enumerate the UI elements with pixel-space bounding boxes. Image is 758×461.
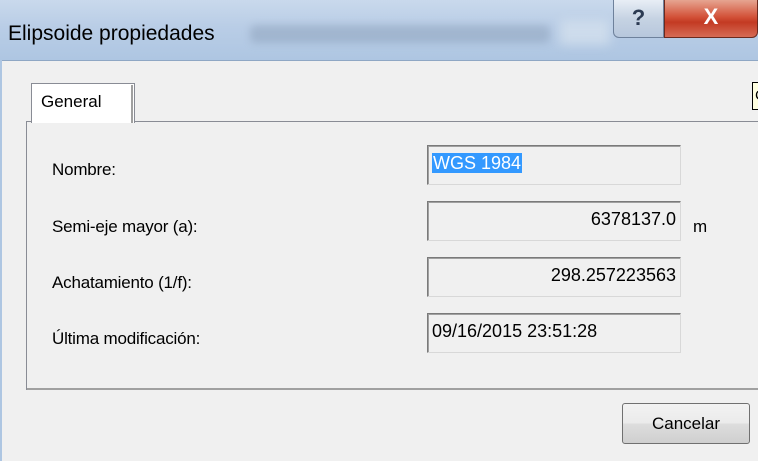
- close-icon: X: [703, 4, 719, 29]
- semi-eje-field[interactable]: 6378137.0: [427, 201, 681, 241]
- achatamiento-value: 298.257223563: [550, 265, 676, 285]
- achatamiento-label: Achatamiento (1/f):: [52, 273, 192, 292]
- achatamiento-field[interactable]: 298.257223563: [427, 257, 681, 297]
- tooltip-fragment: C: [752, 82, 758, 110]
- close-button[interactable]: X: [664, 0, 758, 38]
- nombre-field[interactable]: WGS 1984: [427, 145, 681, 185]
- blurred-background: [560, 20, 610, 45]
- title-bar[interactable]: Elipsoide propiedades ? X: [0, 0, 758, 61]
- help-button[interactable]: ?: [613, 0, 664, 38]
- help-icon: ?: [631, 5, 646, 30]
- nombre-value: WGS 1984: [432, 153, 523, 173]
- ultima-modificacion-field[interactable]: 09/16/2015 23:51:28: [427, 313, 681, 353]
- blurred-background: [250, 25, 550, 43]
- semi-eje-label: Semi-eje mayor (a):: [52, 217, 198, 236]
- tab-general[interactable]: General: [31, 83, 135, 123]
- semi-eje-value: 6378137.0: [590, 209, 676, 229]
- semi-eje-unit: m: [693, 217, 708, 236]
- panel-shadow: [27, 388, 758, 390]
- tab-label: General: [41, 92, 102, 111]
- ultima-modificacion-label: Última modificación:: [52, 329, 201, 348]
- window-title: Elipsoide propiedades: [8, 22, 215, 45]
- ultima-modificacion-value: 09/16/2015 23:51:28: [432, 321, 598, 341]
- cancel-button[interactable]: Cancelar: [622, 403, 750, 444]
- nombre-label: Nombre:: [52, 160, 116, 179]
